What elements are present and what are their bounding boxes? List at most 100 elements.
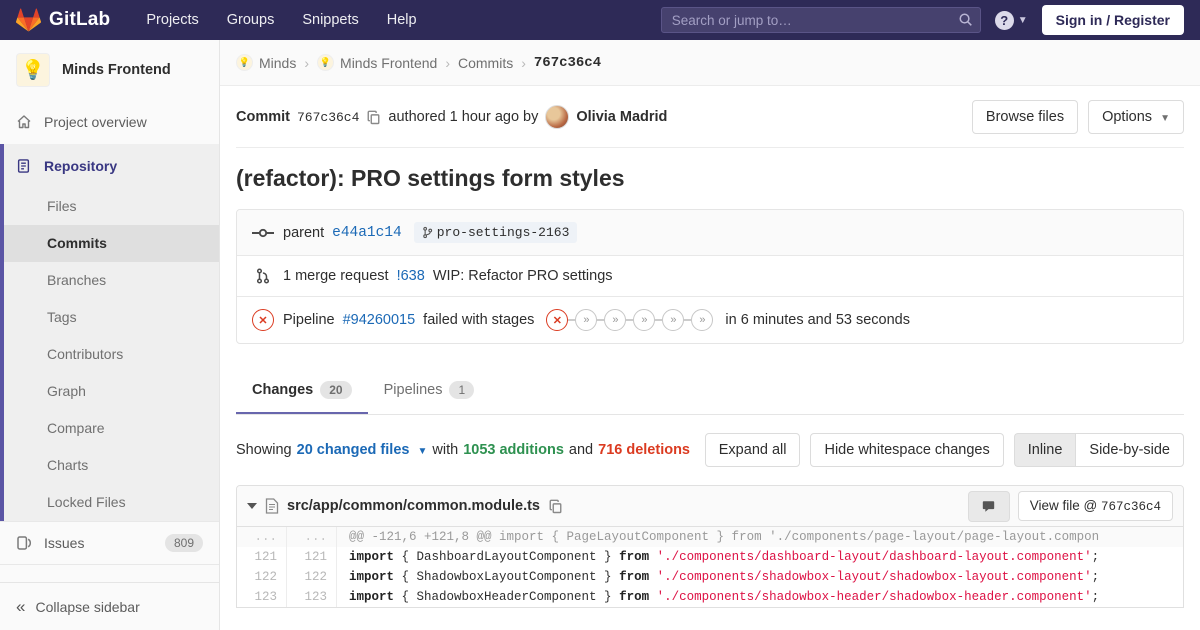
with-label: with: [432, 442, 458, 458]
old-line-number[interactable]: ...: [237, 527, 287, 547]
tanuki-icon: [16, 8, 41, 32]
new-line-number[interactable]: ...: [287, 527, 337, 547]
breadcrumb-group[interactable]: 💡 Minds: [236, 54, 296, 71]
parent-sha-link[interactable]: e44a1c14: [332, 225, 402, 241]
tab-changes[interactable]: Changes 20: [236, 367, 368, 414]
commit-sha: 767c36c4: [297, 110, 359, 125]
sidebar-item-compare[interactable]: Compare: [4, 410, 219, 447]
stage-status-skipped-icon[interactable]: »: [604, 309, 626, 331]
search-icon[interactable]: [958, 12, 973, 27]
pipeline-status-icon[interactable]: ✕: [251, 309, 275, 331]
sidebar-item-label: Repository: [44, 158, 117, 174]
branch-pill[interactable]: pro-settings-2163: [414, 222, 578, 243]
mr-ref-link[interactable]: !638: [397, 268, 425, 284]
breadcrumb-separator: ›: [521, 55, 526, 71]
group-avatar: 💡: [236, 54, 253, 71]
sidebar-project-header[interactable]: 💡 Minds Frontend: [0, 40, 219, 100]
sidebar-item-issues[interactable]: Issues 809: [0, 521, 219, 565]
browse-files-button[interactable]: Browse files: [972, 100, 1078, 134]
copy-path-icon[interactable]: [548, 499, 563, 514]
sidebar-section-repository: Repository FilesCommitsBranchesTagsContr…: [0, 144, 219, 521]
diff-code-row: 121121import { DashboardLayoutComponent …: [237, 547, 1183, 567]
breadcrumb-commit-sha: 767c36c4: [534, 55, 601, 71]
navbar-item-help[interactable]: Help: [375, 2, 429, 38]
navbar-item-projects[interactable]: Projects: [134, 2, 210, 38]
commit-title: (refactor): PRO settings form styles: [236, 165, 1184, 192]
author-name[interactable]: Olivia Madrid: [576, 109, 667, 125]
pipeline-duration: in 6 minutes and 53 seconds: [725, 312, 910, 328]
sidebar-item-label: Project overview: [44, 114, 147, 130]
collapse-sidebar-button[interactable]: « Collapse sidebar: [0, 582, 219, 630]
file-path[interactable]: src/app/common/common.module.ts: [287, 498, 540, 514]
sidebar-item-locked-files[interactable]: Locked Files: [4, 484, 219, 521]
chevron-down-icon: ▼: [417, 446, 427, 457]
copy-sha-icon[interactable]: [366, 110, 381, 125]
stage-status-skipped-icon[interactable]: »: [691, 309, 713, 331]
parent-row: parent e44a1c14 pro-settings-2163: [237, 210, 1183, 255]
gitlab-logo[interactable]: GitLab: [16, 8, 110, 32]
sidebar-item-contributors[interactable]: Contributors: [4, 336, 219, 373]
old-line-number[interactable]: 122: [237, 567, 287, 587]
stage-status-skipped-icon[interactable]: »: [662, 309, 684, 331]
stage-connector: [597, 319, 604, 321]
sidebar-item-graph[interactable]: Graph: [4, 373, 219, 410]
help-icon: ?: [995, 11, 1014, 30]
sidebar-item-charts[interactable]: Charts: [4, 447, 219, 484]
sidebar-item-branches[interactable]: Branches: [4, 262, 219, 299]
breadcrumb-commits[interactable]: Commits: [458, 55, 513, 71]
stage-status-failed-icon[interactable]: ✕: [546, 309, 568, 331]
stage-status-skipped-icon[interactable]: »: [633, 309, 655, 331]
toggle-comments-button[interactable]: [968, 491, 1010, 522]
view-file-button[interactable]: View file @ 767c36c4: [1018, 491, 1173, 521]
changed-files-dropdown[interactable]: 20 changed files ▼: [297, 442, 428, 458]
hide-whitespace-button[interactable]: Hide whitespace changes: [810, 433, 1003, 467]
navbar-item-groups[interactable]: Groups: [215, 2, 287, 38]
diff-content: ......@@ -121,6 +121,8 @@ import { PageL…: [237, 527, 1183, 607]
and-label: and: [569, 442, 593, 458]
pipeline-label: Pipeline: [283, 312, 335, 328]
commit-info-box: parent e44a1c14 pro-settings-2163: [236, 209, 1184, 344]
breadcrumb-project[interactable]: 💡 Minds Frontend: [317, 54, 437, 71]
commit-label: Commit: [236, 109, 290, 125]
diff-summary-row: Showing 20 changed files ▼ with 1053 add…: [236, 433, 1184, 467]
new-line-number[interactable]: 122: [287, 567, 337, 587]
collapse-file-icon[interactable]: [247, 503, 257, 509]
pipeline-id-link[interactable]: #94260015: [343, 312, 416, 328]
diff-code-row: 123123import { ShadowboxHeaderComponent …: [237, 587, 1183, 607]
tab-pipelines[interactable]: Pipelines 1: [368, 367, 491, 414]
commit-icon: [251, 226, 275, 240]
pipelines-count-badge: 1: [449, 381, 474, 399]
sidebar-item-project-overview[interactable]: Project overview: [0, 100, 219, 144]
sidebar-item-files[interactable]: Files: [4, 188, 219, 225]
search-input[interactable]: [661, 7, 981, 33]
project-avatar-small: 💡: [317, 54, 334, 71]
old-line-number[interactable]: 121: [237, 547, 287, 567]
commit-tabs: Changes 20 Pipelines 1: [236, 367, 1184, 415]
breadcrumb-commits-label: Commits: [458, 55, 513, 71]
new-line-number[interactable]: 121: [287, 547, 337, 567]
inline-view-button[interactable]: Inline: [1014, 433, 1076, 467]
brand-name: GitLab: [49, 9, 110, 31]
project-avatar: 💡: [16, 53, 50, 87]
old-line-number[interactable]: 123: [237, 587, 287, 607]
code-line: import { ShadowboxHeaderComponent } from…: [337, 587, 1099, 607]
sidebar-item-repository[interactable]: Repository: [4, 144, 219, 188]
sidebar-item-commits[interactable]: Commits: [4, 225, 219, 262]
breadcrumb-separator: ›: [304, 55, 309, 71]
sign-in-button[interactable]: Sign in / Register: [1042, 5, 1184, 35]
breadcrumb: 💡 Minds › 💡 Minds Frontend › Commits › 7…: [220, 40, 1200, 86]
pipeline-status-text: failed with stages: [423, 312, 534, 328]
stage-status-skipped-icon[interactable]: »: [575, 309, 597, 331]
expand-all-button[interactable]: Expand all: [705, 433, 801, 467]
chevron-down-icon: ▼: [1160, 113, 1170, 124]
sidebar-item-tags[interactable]: Tags: [4, 299, 219, 336]
navbar-item-snippets[interactable]: Snippets: [290, 2, 370, 38]
diff-hunk-row: ......@@ -121,6 +121,8 @@ import { PageL…: [237, 527, 1183, 547]
options-button[interactable]: Options ▼: [1088, 100, 1184, 134]
new-line-number[interactable]: 123: [287, 587, 337, 607]
changed-files-label: 20 changed files: [297, 442, 410, 458]
side-by-side-view-button[interactable]: Side-by-side: [1075, 433, 1184, 467]
author-avatar[interactable]: [545, 105, 569, 129]
diff-view-toggle: Inline Side-by-side: [1014, 433, 1184, 467]
help-menu[interactable]: ? ▼: [995, 11, 1028, 30]
